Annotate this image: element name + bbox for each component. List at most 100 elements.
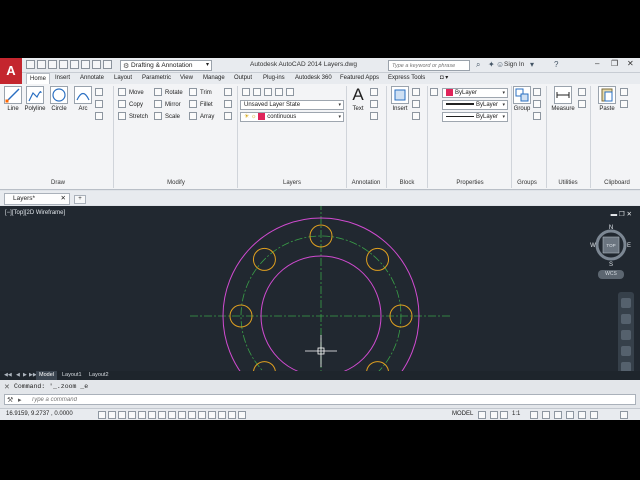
close-icon[interactable]: ✕ — [61, 194, 66, 204]
hardware-acceleration-icon[interactable] — [566, 411, 574, 419]
linetype-dropdown[interactable]: ByLayer ▾ — [442, 112, 508, 122]
tab-plug-ins[interactable]: Plug-ins — [263, 73, 285, 84]
draw-panel-title[interactable]: Draw — [4, 180, 112, 189]
quick-view-layouts-icon[interactable] — [478, 411, 486, 419]
wrench-icon[interactable]: ⚒ — [7, 396, 13, 404]
leader-tool[interactable] — [370, 100, 381, 110]
command-input[interactable] — [31, 395, 591, 404]
rectangle-tool[interactable] — [95, 88, 106, 98]
steering-wheel-icon[interactable] — [621, 298, 631, 308]
grid-display-icon[interactable] — [118, 411, 126, 419]
utilities-panel-title[interactable]: Utilities — [548, 180, 588, 189]
search-input[interactable] — [388, 60, 470, 71]
tab-home[interactable]: Home — [26, 73, 51, 84]
properties-panel-title[interactable]: Properties — [430, 180, 510, 189]
cut-tool[interactable] — [620, 100, 631, 110]
ortho-mode-icon[interactable] — [128, 411, 136, 419]
edit-block-tool[interactable] — [412, 100, 423, 110]
calculator-tool[interactable] — [578, 100, 589, 110]
object-snap-tracking-icon[interactable] — [168, 411, 176, 419]
tab-insert[interactable]: Insert — [55, 73, 70, 84]
lock-icon[interactable] — [554, 411, 562, 419]
close-button[interactable]: ✕ — [627, 59, 634, 68]
arc-tool[interactable]: Arc — [74, 86, 92, 112]
clipboard-panel-title[interactable]: Clipboard — [594, 180, 640, 189]
viewport-controls-label[interactable]: [−][Top][2D Wireframe] — [5, 210, 65, 216]
tab-layout2[interactable]: Layout2 — [89, 371, 109, 380]
isolate-objects-icon[interactable] — [578, 411, 586, 419]
scale-tool[interactable]: Scale — [154, 112, 180, 122]
block-panel-title[interactable]: Block — [388, 180, 426, 189]
quick-select-tool[interactable] — [578, 88, 589, 98]
open-icon[interactable] — [37, 60, 46, 69]
move-tool[interactable]: Move — [118, 88, 144, 98]
plot-icon[interactable] — [70, 60, 79, 69]
stretch-tool[interactable]: Stretch — [118, 112, 148, 122]
first-layout-icon[interactable]: ◀◀ — [4, 372, 12, 378]
ribbon-options-icon[interactable]: ◘ ▾ — [440, 73, 448, 84]
tab-annotate[interactable]: Annotate — [80, 73, 104, 84]
orbit-icon[interactable] — [621, 346, 631, 356]
workspace-switching-icon[interactable] — [542, 411, 550, 419]
trim-tool[interactable]: Trim — [189, 88, 212, 98]
clean-screen-icon[interactable] — [590, 411, 598, 419]
viewcube-top-label[interactable]: TOP — [606, 243, 615, 248]
group-edit-tool[interactable] — [533, 100, 544, 110]
infer-constraints-icon[interactable] — [98, 411, 106, 419]
mirror-tool[interactable]: Mirror — [154, 100, 181, 110]
dynamic-input-icon[interactable] — [188, 411, 196, 419]
ungroup-tool[interactable] — [533, 88, 544, 98]
tab-featured-apps[interactable]: Featured Apps — [340, 73, 379, 84]
fillet-tool[interactable]: Fillet — [189, 100, 213, 110]
3d-object-snap-icon[interactable] — [158, 411, 166, 419]
close-icon[interactable]: ✕ — [4, 383, 10, 391]
model-space-toggle[interactable]: MODEL — [452, 411, 473, 417]
quick-properties-icon[interactable] — [218, 411, 226, 419]
hatch-tool[interactable] — [95, 112, 106, 122]
measure-tool[interactable]: Measure — [550, 86, 576, 112]
annotation-monitor-icon[interactable] — [238, 411, 246, 419]
tab-model[interactable]: Model — [36, 371, 57, 380]
layers-panel-title[interactable]: Layers — [240, 180, 344, 189]
array-tool[interactable]: Array — [189, 112, 214, 122]
chevron-down-icon[interactable]: ▾ — [530, 60, 534, 69]
modify-panel-title[interactable]: Modify — [115, 180, 237, 189]
sign-in-link[interactable]: Sign In — [504, 61, 524, 68]
group-select-tool[interactable] — [533, 112, 544, 122]
rotate-tool[interactable]: Rotate — [154, 88, 183, 98]
erase-tool[interactable] — [224, 88, 235, 98]
text-tool[interactable]: A Text — [349, 86, 367, 113]
dropdown-icon[interactable] — [103, 60, 112, 69]
match-properties-tool[interactable] — [430, 88, 441, 98]
command-prompt-icon[interactable]: ▸ — [18, 396, 22, 404]
copy-tool[interactable]: Copy — [118, 100, 143, 110]
ellipse-tool[interactable] — [95, 100, 106, 110]
dynamic-ucs-icon[interactable] — [178, 411, 186, 419]
minimize-button[interactable]: – — [595, 59, 599, 68]
redo-icon[interactable] — [92, 60, 101, 69]
drawing-svg[interactable]: YXTOPNSEW — [0, 206, 640, 374]
compass-north-label[interactable]: N — [609, 225, 613, 231]
explode-tool[interactable] — [224, 100, 235, 110]
save-as-icon[interactable] — [59, 60, 68, 69]
file-tab-layers[interactable]: Layers* ✕ — [4, 193, 70, 205]
navigation-bar[interactable] — [618, 292, 634, 374]
edit-attributes-tool[interactable] — [412, 112, 423, 122]
application-menu-button[interactable]: A — [0, 58, 22, 85]
new-icon[interactable] — [26, 60, 35, 69]
new-tab-button[interactable]: + — [74, 195, 86, 204]
transparency-icon[interactable] — [208, 411, 216, 419]
layer-state-dropdown[interactable]: Unsaved Layer State ▾ — [240, 100, 344, 110]
color-dropdown[interactable]: ByLayer ▾ — [442, 88, 508, 98]
lineweight-dropdown[interactable]: ByLayer ▾ — [442, 100, 508, 110]
tab-output[interactable]: Output — [234, 73, 252, 84]
groups-panel-title[interactable]: Groups — [512, 180, 542, 189]
annotation-scale[interactable]: 1:1 — [512, 411, 520, 417]
next-layout-icon[interactable]: ▶ — [23, 372, 27, 378]
polyline-tool[interactable]: Polyline — [24, 86, 46, 112]
auto-scale-icon[interactable] — [530, 411, 538, 419]
dimension-tool[interactable] — [370, 88, 381, 98]
tab-parametric[interactable]: Parametric — [142, 73, 171, 84]
copy-clip-tool[interactable] — [620, 88, 631, 98]
group-tool[interactable]: Group — [512, 86, 532, 112]
